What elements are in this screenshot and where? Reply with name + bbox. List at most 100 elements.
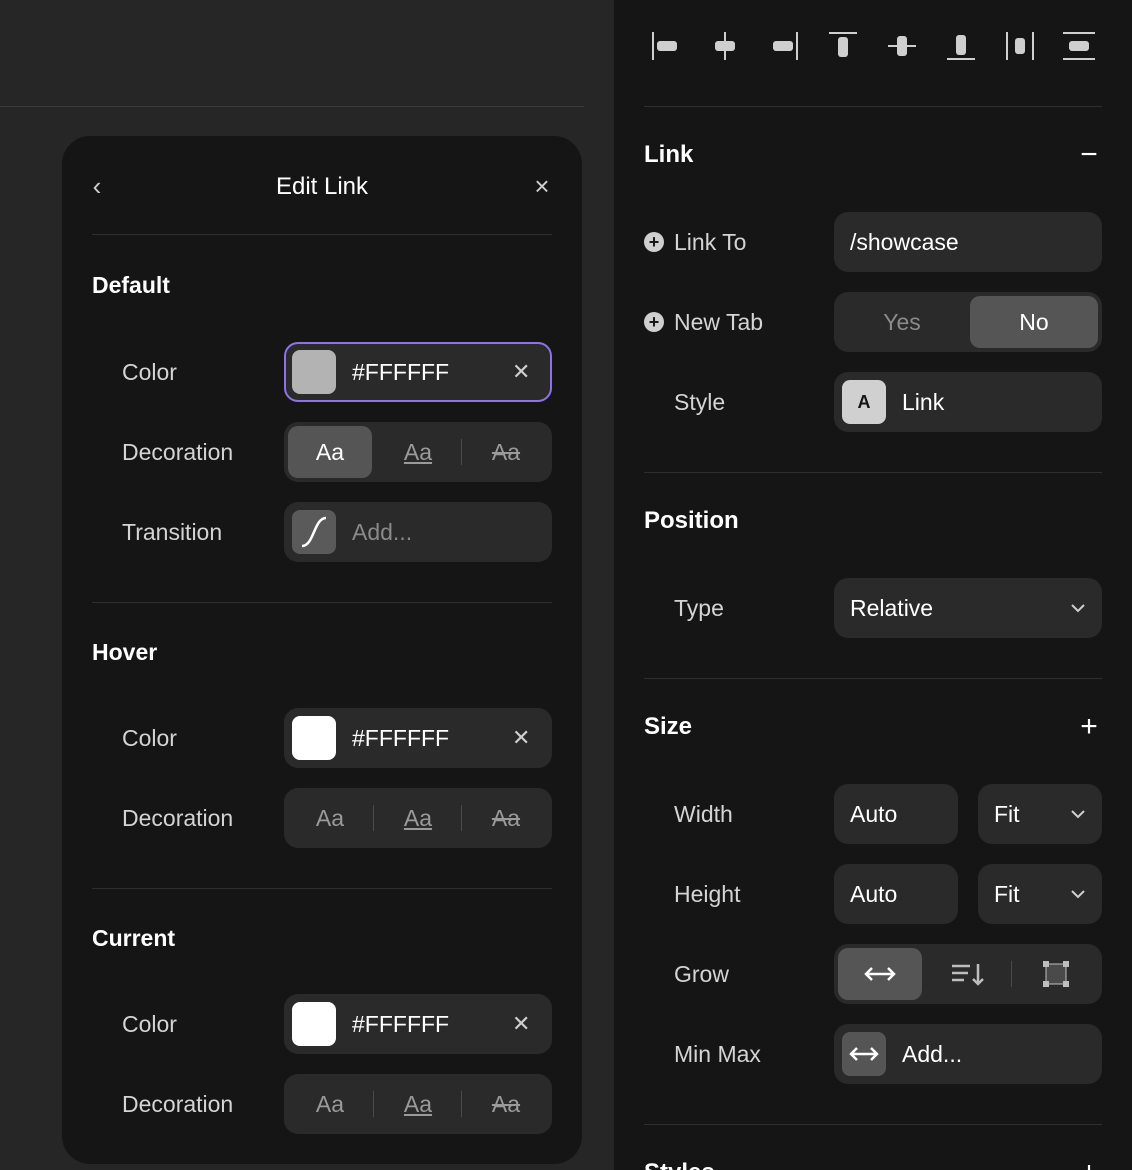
position-type-value[interactable]: Relative [850,593,933,623]
transition-label: Transition [122,519,223,545]
link-to-label: Link To [674,229,747,255]
style-value[interactable]: Link [902,387,944,417]
transition-field[interactable]: Add... [284,502,552,562]
popover-title: Edit Link [275,173,369,200]
divider [644,1124,1102,1125]
current-color-field[interactable]: #FFFFFF ✕ [284,994,552,1054]
decoration-label: Decoration [122,805,234,831]
new-tab-yes-button[interactable]: Yes [838,296,966,348]
grow-vertical-icon[interactable] [926,948,1010,1000]
canvas-area: ‹ Edit Link × Default Color #FFFFFF ✕ De… [0,0,614,1170]
popover-header: ‹ Edit Link × [62,136,582,236]
align-top-icon[interactable] [821,24,865,68]
decoration-strikethrough-button[interactable]: Aa [464,1078,548,1130]
decoration-none-button[interactable]: Aa [288,1078,372,1130]
properties-panel: Link − + Link To /showcase + New Tab Yes… [614,0,1132,1170]
width-input[interactable]: Auto [834,784,958,844]
decoration-none-button[interactable]: Aa [288,426,372,478]
link-to-field[interactable]: /showcase [834,212,1102,272]
new-tab-segmented: Yes No [834,292,1102,352]
decoration-strikethrough-button[interactable]: Aa [464,426,548,478]
decoration-none-button[interactable]: Aa [288,792,372,844]
distribute-horizontal-icon[interactable] [998,24,1042,68]
style-field[interactable]: A Link [834,372,1102,432]
canvas-divider [0,106,584,107]
default-color-field[interactable]: #FFFFFF ✕ [284,342,552,402]
chevron-down-icon [1066,882,1090,906]
default-decoration-segmented: Aa Aa Aa [284,422,552,482]
divider [644,106,1102,107]
decoration-label: Decoration [122,1091,234,1117]
height-mode-select[interactable]: Fit [978,864,1102,924]
easing-curve-icon [292,510,336,554]
distribute-vertical-icon[interactable] [1057,24,1101,68]
link-to-value[interactable]: /showcase [850,227,959,257]
grow-label: Grow [674,961,729,987]
decoration-label: Decoration [122,439,234,465]
edit-link-popover: ‹ Edit Link × Default Color #FFFFFF ✕ De… [62,136,582,1164]
min-max-label: Min Max [674,1041,761,1067]
plus-icon[interactable]: + [1074,1158,1104,1170]
width-value[interactable]: Auto [850,799,897,829]
align-bottom-icon[interactable] [939,24,983,68]
current-decoration-segmented: Aa Aa Aa [284,1074,552,1134]
decoration-underline-button[interactable]: Aa [376,792,460,844]
align-left-icon[interactable] [644,24,688,68]
align-center-horizontal-icon[interactable] [703,24,747,68]
decoration-underline-button[interactable]: Aa [376,426,460,478]
section-title-position: Position [644,507,739,534]
separator [373,1091,374,1117]
section-title-size: Size [644,713,693,740]
decoration-strikethrough-button[interactable]: Aa [464,792,548,844]
alignment-toolbar [644,24,1104,68]
color-label: Color [122,725,177,751]
color-value[interactable]: #FFFFFF [352,723,449,753]
grow-horizontal-icon[interactable] [838,948,922,1000]
add-circle-icon[interactable]: + [644,312,664,332]
hover-color-field[interactable]: #FFFFFF ✕ [284,708,552,768]
type-label: Type [674,595,724,621]
color-swatch[interactable] [292,1002,336,1046]
section-title-hover: Hover [92,639,158,665]
grow-both-icon[interactable] [1014,948,1098,1000]
new-tab-no-button[interactable]: No [970,296,1098,348]
divider [92,602,552,603]
height-input[interactable]: Auto [834,864,958,924]
divider [644,678,1102,679]
align-right-icon[interactable] [762,24,806,68]
divider [92,888,552,889]
decoration-underline-button[interactable]: Aa [376,1078,460,1130]
transition-placeholder[interactable]: Add... [352,517,412,547]
resize-horizontal-icon [842,1032,886,1076]
add-circle-icon[interactable]: + [644,232,664,252]
clear-icon[interactable]: ✕ [512,1009,530,1039]
section-title-default: Default [92,272,170,298]
hover-decoration-segmented: Aa Aa Aa [284,788,552,848]
color-swatch[interactable] [292,716,336,760]
position-type-select[interactable]: Relative [834,578,1102,638]
plus-icon[interactable]: + [1074,712,1104,742]
section-title-styles: Styles [644,1158,715,1170]
color-label: Color [122,359,177,385]
section-title-current: Current [92,925,176,951]
width-mode-value[interactable]: Fit [994,799,1020,829]
color-value[interactable]: #FFFFFF [352,357,449,387]
align-center-vertical-icon[interactable] [880,24,924,68]
width-mode-select[interactable]: Fit [978,784,1102,844]
collapse-icon[interactable]: − [1074,140,1104,170]
min-max-field[interactable]: Add... [834,1024,1102,1084]
style-chip-icon: A [842,380,886,424]
separator [461,439,462,465]
grow-segmented [834,944,1102,1004]
height-mode-value[interactable]: Fit [994,879,1020,909]
clear-icon[interactable]: ✕ [512,723,530,753]
height-value[interactable]: Auto [850,879,897,909]
style-label: Style [674,389,726,415]
close-icon[interactable]: × [530,172,554,200]
divider [92,234,552,235]
color-swatch[interactable] [292,350,336,394]
color-value[interactable]: #FFFFFF [352,1009,449,1039]
chevron-down-icon [1066,802,1090,826]
clear-icon[interactable]: ✕ [512,357,530,387]
min-max-placeholder[interactable]: Add... [902,1039,962,1069]
